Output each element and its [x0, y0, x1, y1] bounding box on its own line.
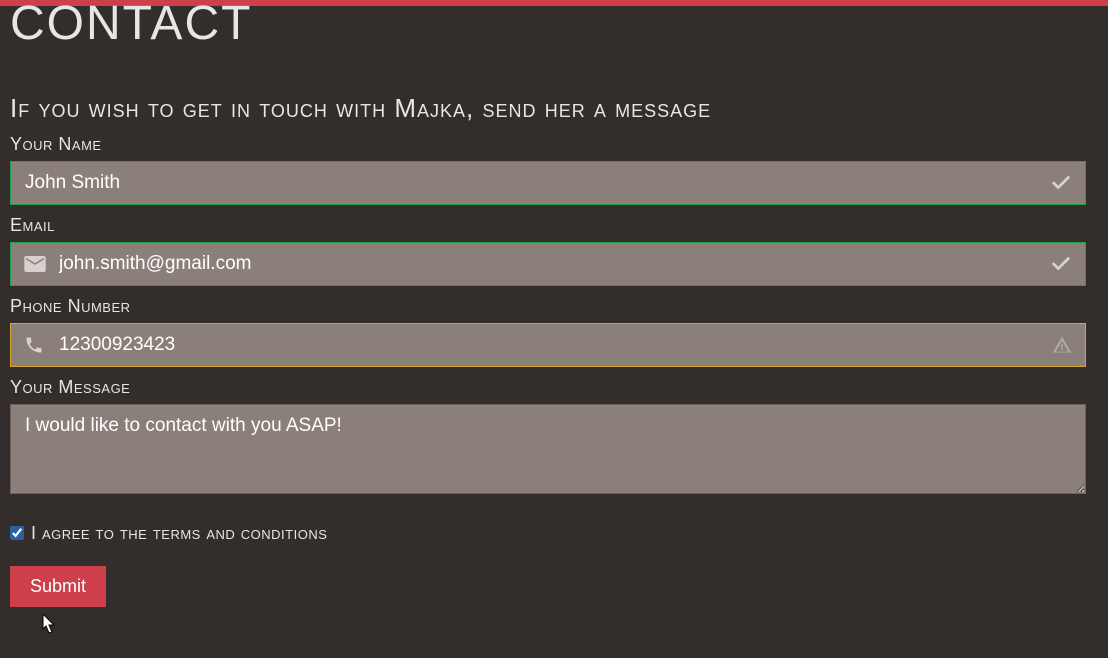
phone-input[interactable] [10, 323, 1086, 367]
contact-form-container: CONTACT If you wish to get in touch with… [0, 0, 1108, 607]
name-input[interactable] [10, 161, 1086, 205]
email-label: Email [10, 215, 1098, 236]
warning-icon [1052, 335, 1072, 355]
name-input-wrap [10, 161, 1086, 205]
mouse-cursor-icon [40, 614, 58, 641]
name-label: Your Name [10, 134, 1098, 155]
terms-label[interactable]: I agree to the terms and conditions [31, 523, 327, 544]
email-input[interactable] [10, 242, 1086, 286]
submit-button[interactable]: Submit [10, 566, 106, 607]
check-icon [1050, 253, 1072, 275]
terms-checkbox[interactable] [10, 526, 24, 540]
terms-row: I agree to the terms and conditions [10, 523, 1098, 544]
envelope-icon [24, 256, 46, 272]
phone-label: Phone Number [10, 296, 1098, 317]
message-input-wrap: I would like to contact with you ASAP! [10, 404, 1086, 499]
message-textarea[interactable]: I would like to contact with you ASAP! [10, 404, 1086, 494]
page-subtitle: If you wish to get in touch with Majka, … [10, 93, 1098, 124]
message-label: Your Message [10, 377, 1098, 398]
page-title: CONTACT [10, 0, 1098, 51]
check-icon [1050, 172, 1072, 194]
phone-icon [24, 335, 44, 355]
email-input-wrap [10, 242, 1086, 286]
phone-input-wrap [10, 323, 1086, 367]
